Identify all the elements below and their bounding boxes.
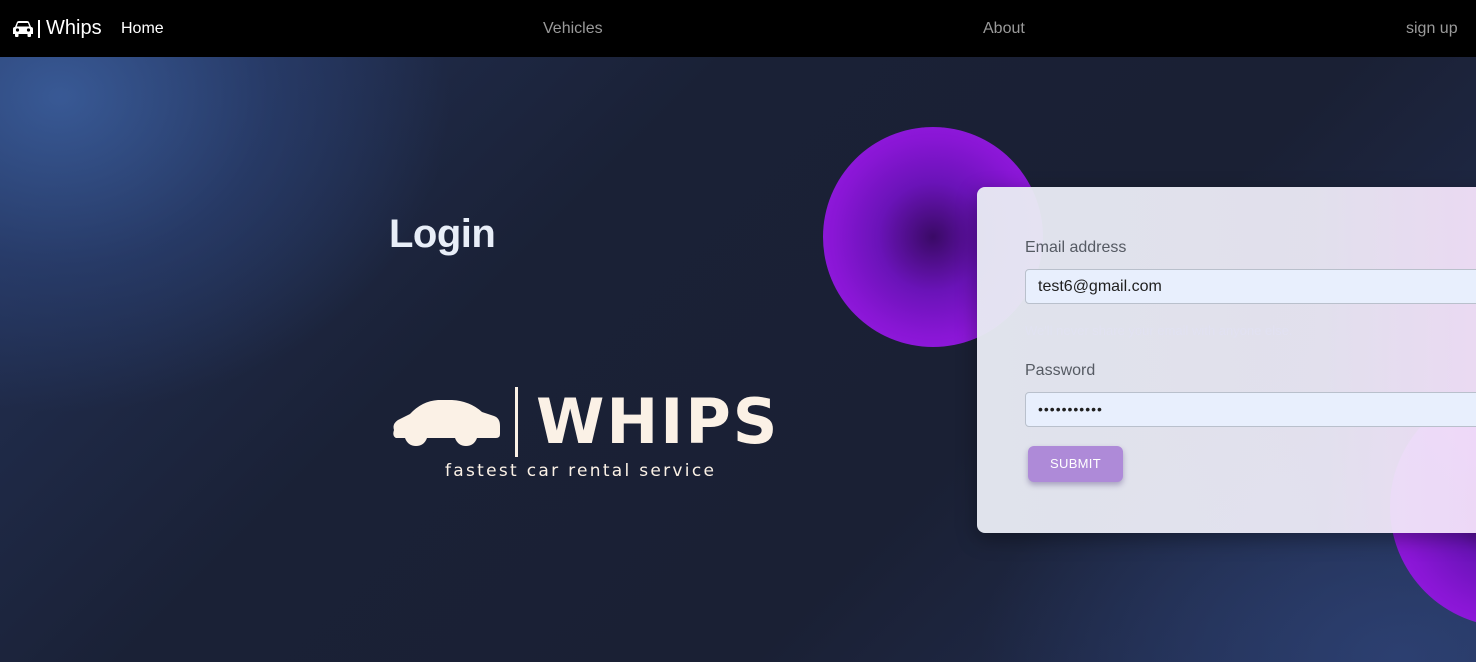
submit-button[interactable]: SUBMIT (1028, 446, 1123, 482)
nav-home[interactable]: Home (121, 0, 164, 57)
nav-about[interactable]: About (983, 0, 1025, 57)
nav-sign-up[interactable]: sign up (1406, 0, 1458, 57)
brand-link[interactable]: Whips (11, 0, 102, 57)
brand-divider (38, 19, 40, 38)
navbar: Whips Home Vehicles About sign up (0, 0, 1476, 57)
password-field[interactable]: ••••••••••• (1025, 392, 1476, 427)
login-form-card: Email address test6@gmail.com We'll neve… (977, 187, 1476, 533)
logo-wordmark: WHIPS (536, 385, 780, 458)
whips-logo: WHIPS fastest car rental service (390, 384, 780, 484)
email-field[interactable]: test6@gmail.com (1025, 269, 1476, 304)
hero-section: Login WHIPS fastest car rental service E… (0, 57, 1476, 662)
logo-car-icon (393, 387, 518, 457)
password-label: Password (1025, 362, 1096, 379)
nav-vehicles[interactable]: Vehicles (543, 0, 603, 57)
email-label: Email address (1025, 239, 1127, 256)
page-title: Login (389, 212, 496, 256)
email-help-text: We'll never share your email with anyone… (1025, 323, 1293, 338)
logo-tagline: fastest car rental service (445, 461, 717, 481)
brand-label: Whips (46, 17, 102, 39)
car-icon (11, 19, 35, 39)
